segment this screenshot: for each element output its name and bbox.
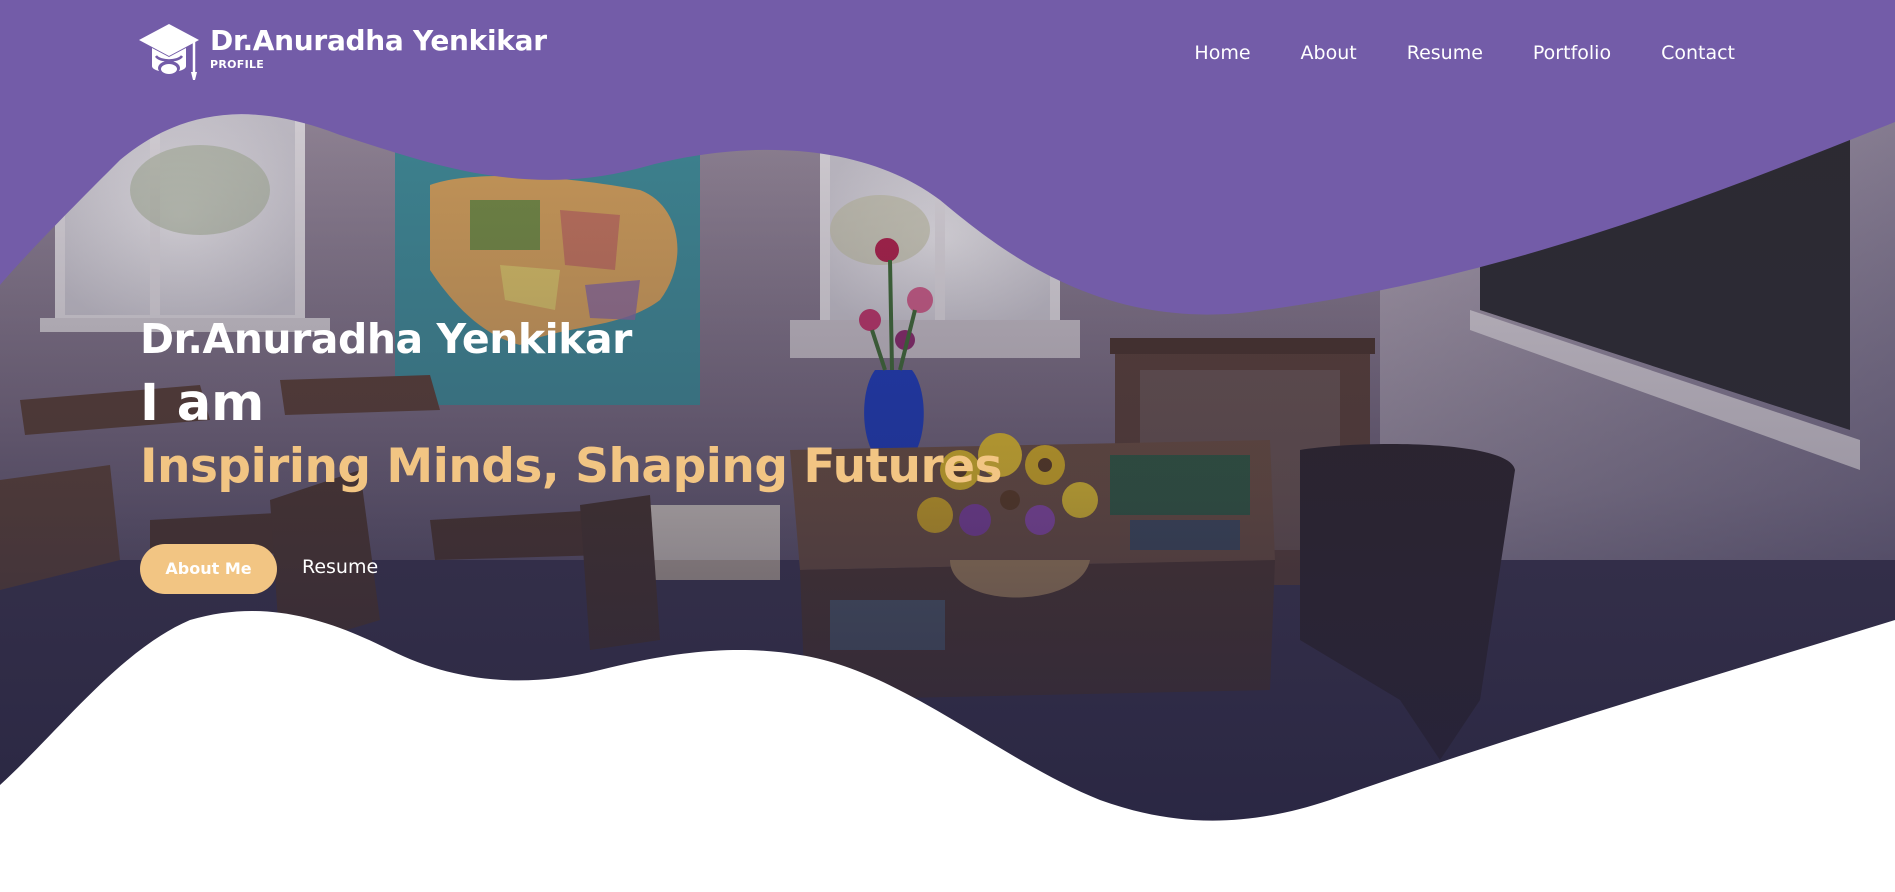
brand-subtitle: PROFILE bbox=[210, 58, 265, 71]
brand-text: Dr.Anuradha Yenkikar PROFILE bbox=[210, 24, 547, 72]
graduation-cap-icon bbox=[139, 24, 199, 80]
hero-intro: I am bbox=[140, 374, 265, 433]
resume-link[interactable]: Resume bbox=[302, 556, 378, 578]
nav-contact[interactable]: Contact bbox=[1661, 40, 1735, 66]
nav-about[interactable]: About bbox=[1301, 40, 1357, 66]
nav-resume[interactable]: Resume bbox=[1407, 40, 1483, 66]
nav-home[interactable]: Home bbox=[1194, 40, 1250, 66]
brand-title: Dr.Anuradha Yenkikar bbox=[210, 24, 547, 57]
page: Dr.Anuradha Yenkikar PROFILE Home About … bbox=[0, 0, 1895, 892]
hero-name: Dr.Anuradha Yenkikar bbox=[140, 315, 632, 363]
brand-logo[interactable]: Dr.Anuradha Yenkikar PROFILE bbox=[138, 22, 547, 82]
hero-actions: About Me Resume bbox=[140, 544, 378, 594]
hero-text: Dr.Anuradha Yenkikar I am Inspiring Mind… bbox=[140, 312, 1003, 498]
hero-tagline: Inspiring Minds, Shaping Futures bbox=[140, 439, 1003, 494]
main-nav: Home About Resume Portfolio Contact bbox=[1194, 40, 1735, 66]
site-header: Dr.Anuradha Yenkikar PROFILE Home About … bbox=[0, 0, 1895, 100]
nav-portfolio[interactable]: Portfolio bbox=[1533, 40, 1611, 66]
about-me-button[interactable]: About Me bbox=[140, 544, 277, 594]
